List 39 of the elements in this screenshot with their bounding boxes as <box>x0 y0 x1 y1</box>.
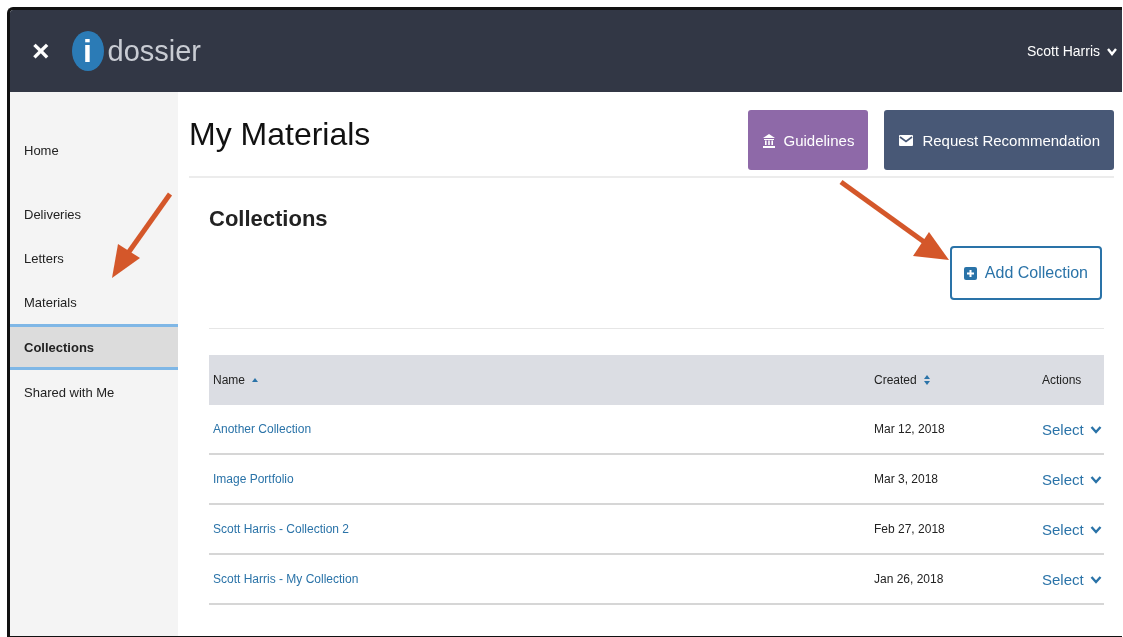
chevron-down-icon <box>1089 473 1102 485</box>
collection-link[interactable]: Image Portfolio <box>213 472 294 486</box>
sidebar-item[interactable]: Shared with Me <box>10 370 178 414</box>
sort-icon <box>922 374 931 386</box>
guidelines-button[interactable]: Guidelines <box>747 110 869 170</box>
page-title: My Materials <box>189 115 371 153</box>
request-button[interactable]: Request Recommendation <box>884 110 1114 170</box>
select-dropdown[interactable]: Select <box>1042 470 1102 488</box>
table-cell: Mar 3, 2018 <box>874 472 939 486</box>
sort-up-icon <box>251 377 259 383</box>
bank-icon <box>761 132 776 148</box>
chevron-down-icon <box>1089 523 1102 535</box>
select-dropdown[interactable]: Select <box>1042 420 1102 438</box>
select-dropdown[interactable]: Select <box>1042 570 1102 588</box>
sidebar-item[interactable]: Home <box>10 128 178 172</box>
envelope-icon <box>898 132 915 148</box>
sidebar-item[interactable]: Materials <box>10 280 178 324</box>
sidebar-item[interactable]: Deliveries <box>10 192 178 236</box>
collection-link[interactable]: Another Collection <box>213 422 312 436</box>
column-header[interactable]: Created <box>874 373 931 387</box>
chevron-down-icon <box>1089 423 1102 435</box>
section-title: Collections <box>209 206 328 233</box>
collection-link[interactable]: Scott Harris - My Collection <box>213 572 359 586</box>
column-header[interactable]: Actions <box>1042 373 1082 387</box>
sidebar-item[interactable]: Letters <box>10 236 178 280</box>
collection-link[interactable]: Scott Harris - Collection 2 <box>213 522 350 536</box>
logo-text: dossier <box>107 34 202 68</box>
add-collection-button[interactable]: Add Collection <box>949 246 1102 300</box>
sidebar-item[interactable]: Collections <box>10 324 178 370</box>
chevron-down-icon <box>1089 573 1102 585</box>
close-button[interactable]: × <box>32 36 50 66</box>
select-dropdown[interactable]: Select <box>1042 520 1102 538</box>
table-cell: Mar 12, 2018 <box>874 422 945 436</box>
plus-square-icon <box>963 266 977 280</box>
user-menu[interactable]: Scott Harris <box>1026 43 1122 59</box>
logo-icon: i <box>71 31 104 71</box>
table-cell: Feb 27, 2018 <box>874 522 945 536</box>
column-header[interactable]: Name <box>213 373 259 387</box>
table-cell: Jan 26, 2018 <box>874 572 944 586</box>
